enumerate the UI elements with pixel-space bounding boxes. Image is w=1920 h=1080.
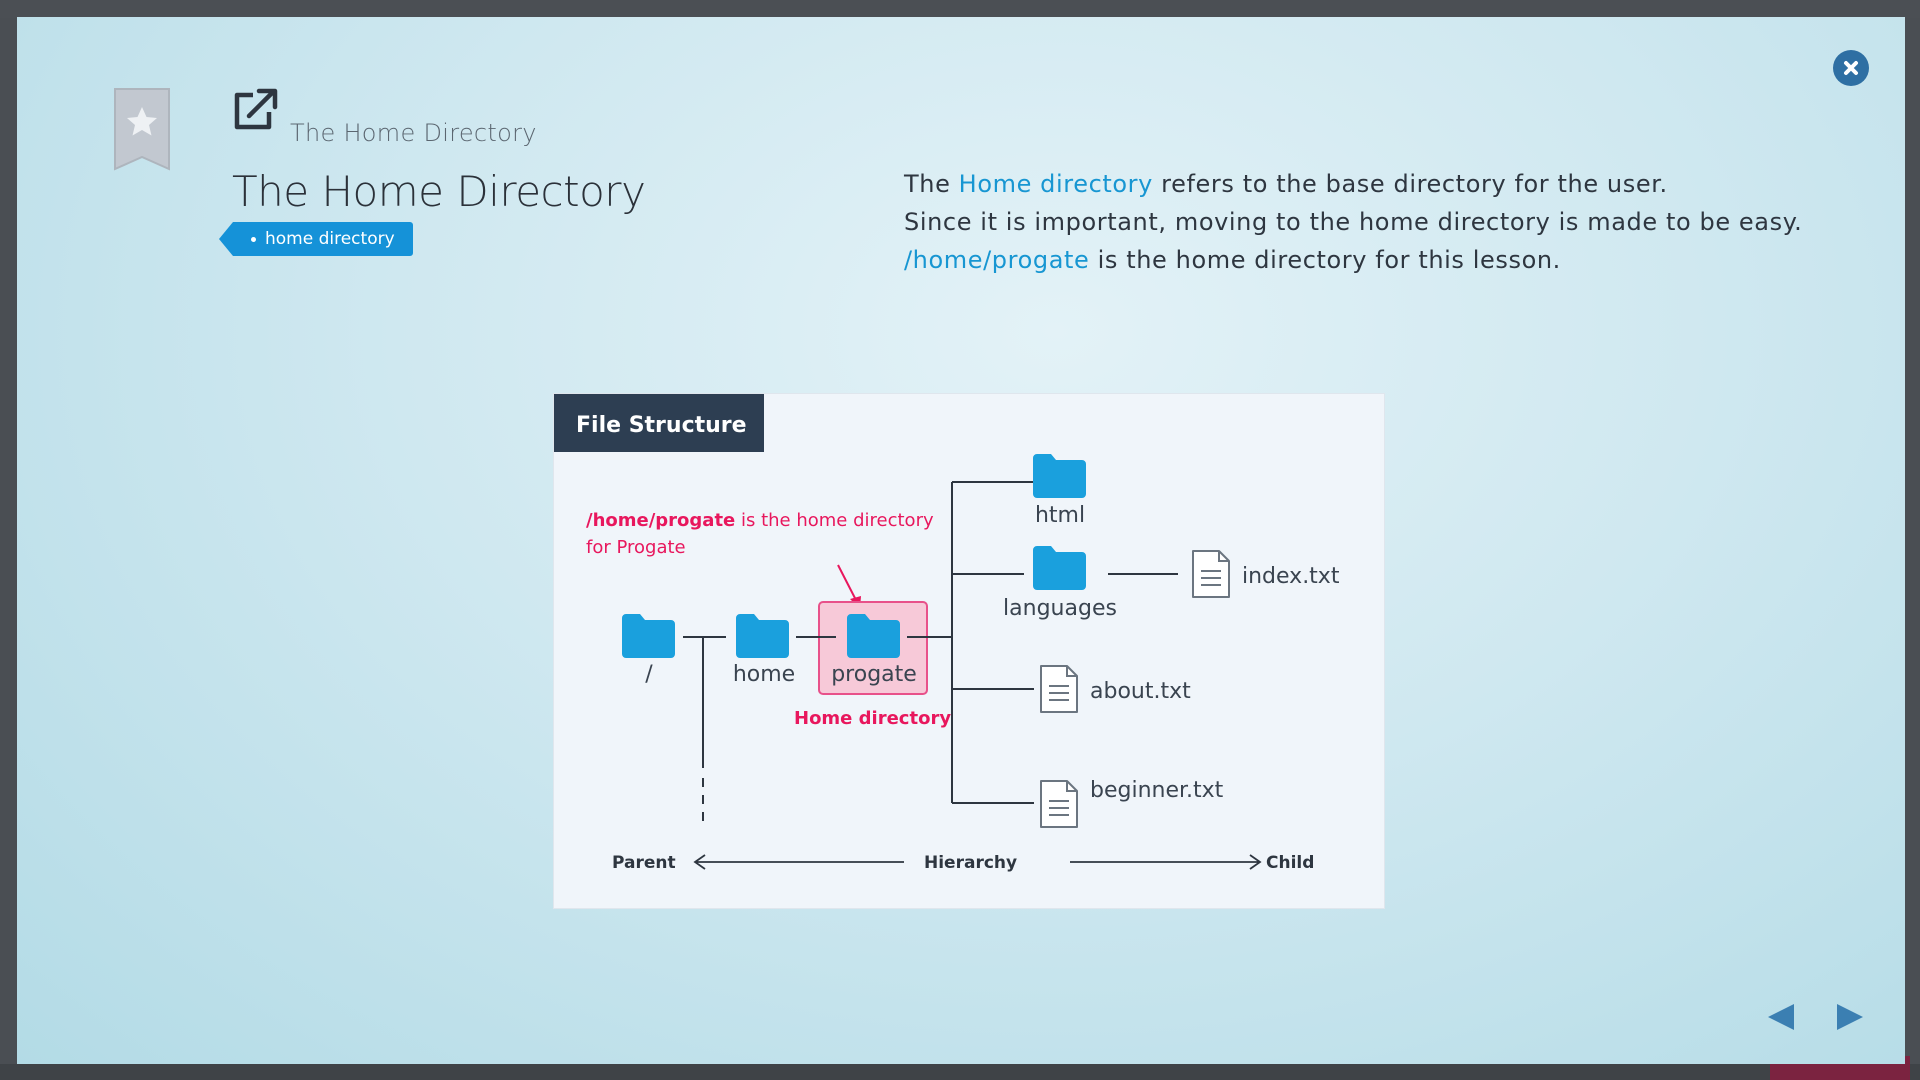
backdrop-bottom: [0, 1064, 1920, 1080]
progate-folder-icon: [847, 614, 900, 658]
lesson-modal: The Home Directory The Home Directory ho…: [17, 17, 1905, 1064]
hierarchy-parent: Parent: [612, 853, 676, 873]
label-html: html: [1035, 503, 1085, 528]
home-directory-label: Home directory: [794, 708, 951, 729]
file-structure-figure: File Structure /home/progate is the home…: [553, 393, 1385, 909]
lesson-description: The Home directory refers to the base di…: [904, 165, 1802, 279]
external-link-icon[interactable]: [231, 87, 279, 131]
hierarchy-child: Child: [1266, 853, 1314, 873]
root-folder-icon: [622, 614, 675, 658]
description-line-1: The Home directory refers to the base di…: [904, 170, 1668, 198]
home-directory-link: Home directory: [958, 170, 1153, 198]
html-folder-icon: [1033, 454, 1086, 498]
label-home: home: [733, 662, 795, 687]
page-title: The Home Directory: [232, 167, 646, 216]
label-progate: progate: [831, 662, 917, 687]
about-file-icon: [1040, 665, 1078, 713]
annotation-line-1: /home/progate is the home directory: [586, 510, 934, 531]
home-folder-icon: [736, 614, 789, 658]
label-about: about.txt: [1090, 679, 1191, 704]
close-button[interactable]: [1833, 50, 1869, 86]
prev-arrow-icon[interactable]: [1764, 1000, 1798, 1034]
description-line-2: Since it is important, moving to the hom…: [904, 208, 1803, 236]
bookmark-star-icon[interactable]: [113, 87, 171, 171]
next-arrow-icon[interactable]: [1833, 1000, 1867, 1034]
path-highlight: /home/progate: [904, 246, 1090, 274]
languages-folder-icon: [1033, 546, 1086, 590]
close-icon: [1844, 61, 1858, 75]
label-beginner: beginner.txt: [1090, 778, 1224, 803]
annotation-line-2: for Progate: [586, 537, 686, 558]
beginner-file-icon: [1040, 780, 1078, 828]
index-file-icon: [1192, 550, 1230, 598]
hierarchy-center: Hierarchy: [924, 853, 1017, 873]
description-line-3: /home/progate is the home directory for …: [904, 246, 1561, 274]
label-languages: languages: [1003, 596, 1117, 621]
tag-home-directory[interactable]: home directory: [219, 222, 413, 256]
figure-header: File Structure: [576, 413, 747, 438]
label-root: /: [645, 662, 653, 687]
label-index: index.txt: [1242, 564, 1340, 589]
breadcrumb: The Home Directory: [290, 119, 537, 147]
backdrop-top: [0, 0, 1920, 18]
